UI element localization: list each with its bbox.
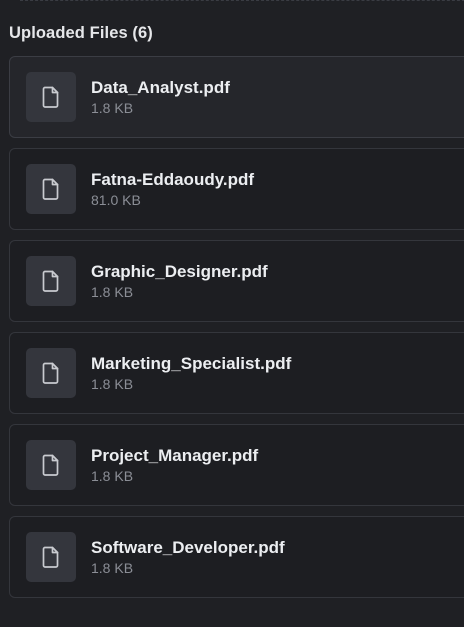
file-name: Marketing_Specialist.pdf <box>91 353 292 373</box>
file-item-software-developer[interactable]: Software_Developer.pdf 1.8 KB <box>9 516 464 598</box>
file-item-fatna-eddaoudy[interactable]: Fatna-Eddaoudy.pdf 81.0 KB <box>9 148 464 230</box>
file-icon <box>26 348 76 398</box>
file-size: 1.8 KB <box>91 283 134 300</box>
file-size: 1.8 KB <box>91 559 134 576</box>
file-icon <box>26 164 76 214</box>
file-icon <box>26 440 76 490</box>
file-meta: Fatna-Eddaoudy.pdf 81.0 KB <box>91 170 254 209</box>
file-item-project-manager[interactable]: Project_Manager.pdf 1.8 KB <box>9 424 464 506</box>
file-name: Graphic_Designer.pdf <box>91 261 268 281</box>
file-item-marketing-specialist[interactable]: Marketing_Specialist.pdf 1.8 KB <box>9 332 464 414</box>
file-size: 1.8 KB <box>91 467 134 484</box>
file-icon <box>26 256 76 306</box>
file-list: Data_Analyst.pdf 1.8 KB Fatna-Eddaoudy.p… <box>9 56 464 608</box>
file-name: Fatna-Eddaoudy.pdf <box>91 169 255 189</box>
file-name: Data_Analyst.pdf <box>91 77 230 97</box>
file-icon <box>26 532 76 582</box>
file-meta: Graphic_Designer.pdf 1.8 KB <box>91 262 268 301</box>
file-item-data-analyst[interactable]: Data_Analyst.pdf 1.8 KB <box>9 56 464 138</box>
file-meta: Data_Analyst.pdf 1.8 KB <box>91 78 230 117</box>
file-icon <box>26 72 76 122</box>
file-item-graphic-designer[interactable]: Graphic_Designer.pdf 1.8 KB <box>9 240 464 322</box>
dashed-divider <box>20 0 464 1</box>
uploaded-files-title: Uploaded Files (6) <box>9 24 153 42</box>
file-size: 1.8 KB <box>91 375 134 392</box>
file-meta: Project_Manager.pdf 1.8 KB <box>91 446 258 485</box>
file-name: Software_Developer.pdf <box>91 537 285 557</box>
file-name: Project_Manager.pdf <box>91 445 259 465</box>
uploaded-files-panel: Uploaded Files (6) Data_Analyst.pdf 1.8 … <box>0 0 464 627</box>
file-meta: Software_Developer.pdf 1.8 KB <box>91 538 285 577</box>
file-size: 81.0 KB <box>91 191 141 208</box>
file-meta: Marketing_Specialist.pdf 1.8 KB <box>91 354 291 393</box>
file-size: 1.8 KB <box>91 99 134 116</box>
